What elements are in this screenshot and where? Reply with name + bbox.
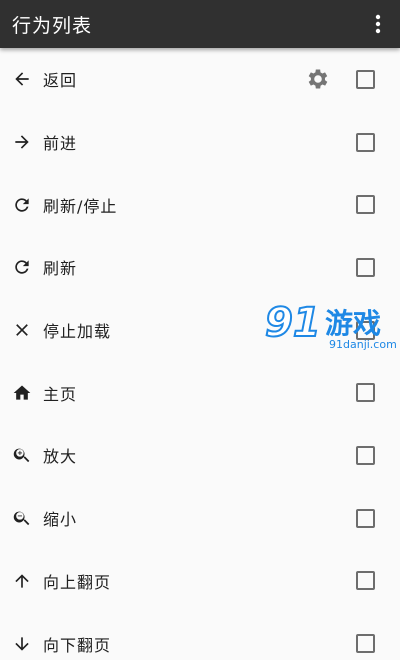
checkbox[interactable] bbox=[356, 508, 375, 528]
list-item-label: 向下翻页 bbox=[43, 635, 112, 655]
list-item-label: 刷新/停止 bbox=[43, 196, 118, 216]
checkbox[interactable] bbox=[356, 69, 375, 89]
watermark-title: 游戏 bbox=[325, 307, 382, 340]
list-item-page-down[interactable]: 向下翻页 bbox=[0, 612, 400, 660]
page-title: 行为列表 bbox=[12, 14, 93, 37]
list-item-forward[interactable]: 前进 bbox=[0, 111, 400, 174]
list-item-label: 放大 bbox=[43, 447, 78, 467]
list-item-zoom-out[interactable]: 缩小 bbox=[0, 487, 400, 550]
checkbox[interactable] bbox=[356, 195, 375, 215]
arrow-left-icon bbox=[10, 67, 34, 91]
zoom-out-icon bbox=[10, 506, 34, 530]
list-item-zoom-in[interactable]: 放大 bbox=[0, 424, 400, 487]
list-item-label: 停止加载 bbox=[43, 322, 112, 342]
overflow-menu-button[interactable] bbox=[356, 0, 400, 48]
checkbox[interactable] bbox=[356, 257, 375, 277]
checkbox[interactable] bbox=[356, 445, 375, 465]
list-item-label: 前进 bbox=[43, 134, 78, 154]
watermark-logo: 91 游戏 91danji.com bbox=[264, 299, 400, 360]
list-item-home[interactable]: 主页 bbox=[0, 361, 400, 424]
home-icon bbox=[10, 381, 34, 405]
arrow-up-icon bbox=[10, 569, 34, 593]
list-item-page-up[interactable]: 向上翻页 bbox=[0, 550, 400, 613]
checkbox[interactable] bbox=[356, 634, 375, 654]
refresh-icon bbox=[10, 255, 34, 279]
list-item-label: 刷新 bbox=[43, 259, 78, 279]
list-item-back[interactable]: 返回 bbox=[0, 48, 400, 111]
list-item-label: 返回 bbox=[43, 71, 78, 91]
watermark-number: 91 bbox=[264, 299, 322, 347]
checkbox[interactable] bbox=[356, 571, 375, 591]
checkbox[interactable] bbox=[356, 383, 375, 403]
list-item-label: 向上翻页 bbox=[43, 572, 112, 592]
list-item-label: 缩小 bbox=[43, 510, 78, 530]
refresh-icon bbox=[10, 193, 34, 217]
checkbox[interactable] bbox=[356, 132, 375, 152]
arrow-down-icon bbox=[10, 632, 34, 656]
more-vert-icon bbox=[375, 14, 381, 34]
arrow-right-icon bbox=[10, 130, 34, 154]
list-item-label: 主页 bbox=[43, 384, 78, 404]
watermark-url: 91danji.com bbox=[329, 338, 397, 351]
gear-icon[interactable] bbox=[305, 66, 331, 92]
list-item-refresh[interactable]: 刷新 bbox=[0, 236, 400, 299]
app-bar: 行为列表 bbox=[0, 0, 400, 48]
zoom-in-icon bbox=[10, 443, 34, 467]
close-icon bbox=[10, 318, 34, 342]
list-item-refresh-stop[interactable]: 刷新/停止 bbox=[0, 173, 400, 236]
